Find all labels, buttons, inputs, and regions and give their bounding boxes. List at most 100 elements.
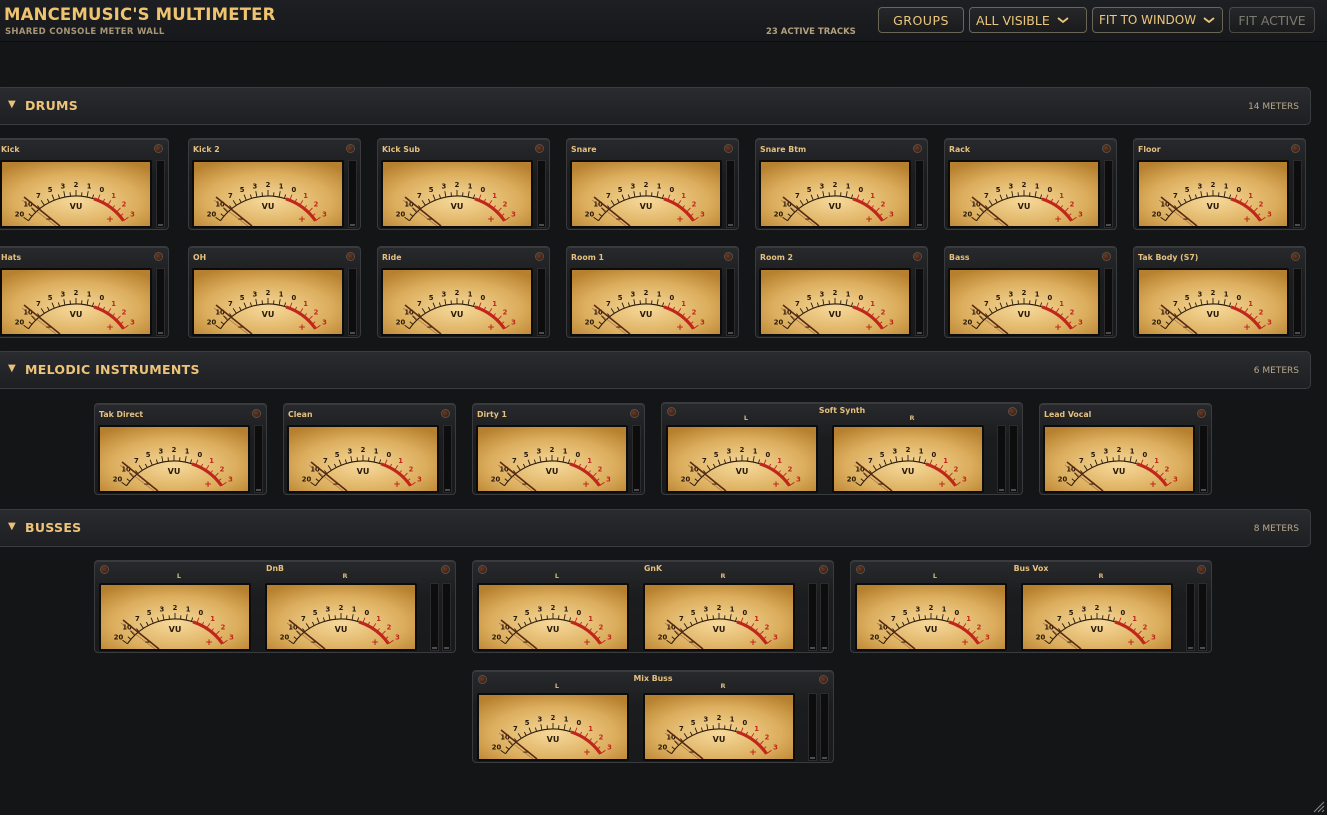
vu-scale-label: 2 (1070, 308, 1075, 316)
peak-led-icon[interactable] (154, 252, 163, 261)
vu-scale-label: 1 (943, 457, 948, 465)
meter-panel[interactable]: Tak Direct2010753210123VU−+ (94, 403, 267, 495)
stereo-meter-panel[interactable]: Mix BussLR2010753210123VU−+2010753210123… (472, 670, 834, 763)
level-bar (430, 583, 439, 651)
vu-scale-label: 5 (1091, 451, 1096, 459)
meter-panel[interactable]: Bass2010753210123VU−+ (944, 246, 1117, 338)
vu-scale-label: 3 (1078, 210, 1083, 218)
level-bar (348, 160, 357, 228)
meter-panel[interactable]: Kick 22010753210123VU−+ (188, 138, 361, 230)
peak-led-icon[interactable] (1102, 252, 1111, 261)
peak-led-icon[interactable] (724, 252, 733, 261)
stereo-meter-panel[interactable]: DnBLR2010753210123VU−+2010753210123VU−+ (94, 560, 456, 653)
peak-led-icon[interactable] (478, 675, 487, 684)
vu-scale-label: 20 (492, 633, 502, 641)
meter-panel[interactable]: Dirty 12010753210123VU−+ (472, 403, 645, 495)
group-header-busses[interactable]: ▼ BUSSES 8 METERS (0, 509, 1311, 547)
groups-button[interactable]: GROUPS (878, 7, 964, 33)
peak-led-icon[interactable] (1291, 252, 1300, 261)
peak-led-icon[interactable] (819, 675, 828, 684)
vu-scale-label: 1 (87, 290, 92, 298)
peak-led-icon[interactable] (913, 144, 922, 153)
meter-panel[interactable]: Kick Sub2010753210123VU−+ (377, 138, 550, 230)
vu-scale-label: 7 (228, 192, 233, 200)
peak-led-icon[interactable] (856, 565, 865, 574)
resize-grip-icon[interactable] (1311, 799, 1325, 813)
peak-led-icon[interactable] (667, 407, 676, 416)
peak-led-icon[interactable] (535, 252, 544, 261)
peak-led-icon[interactable] (441, 409, 450, 418)
peak-led-icon[interactable] (1291, 144, 1300, 153)
peak-led-icon[interactable] (630, 409, 639, 418)
meter-panel[interactable]: Ride2010753210123VU−+ (377, 246, 550, 338)
fit-active-button[interactable]: FIT ACTIVE (1229, 7, 1315, 33)
peak-led-icon[interactable] (478, 565, 487, 574)
meter-panel[interactable]: Clean2010753210123VU−+ (283, 403, 456, 495)
vu-scale-label: 1 (587, 457, 592, 465)
meter-panel[interactable]: Snare Btm2010753210123VU−+ (755, 138, 928, 230)
peak-led-icon[interactable] (346, 252, 355, 261)
peak-led-icon[interactable] (535, 144, 544, 153)
vu-scale-label: 2 (833, 181, 838, 189)
vu-scale-label: 0 (291, 186, 296, 194)
vu-scale-label: 3 (536, 447, 541, 455)
vu-plus-label: + (106, 323, 114, 333)
stereo-meter-panel[interactable]: Bus VoxLR2010753210123VU−+2010753210123V… (850, 560, 1212, 653)
group-header-melodic-instruments[interactable]: ▼ MELODIC INSTRUMENTS 6 METERS (0, 351, 1311, 389)
vu-plus-label: + (583, 638, 591, 648)
stereo-meter-panel[interactable]: Soft SynthLR2010753210123VU−+20107532101… (661, 402, 1023, 495)
meter-panel[interactable]: OH2010753210123VU−+ (188, 246, 361, 338)
vu-scale-label: 2 (599, 623, 604, 631)
peak-led-icon[interactable] (1102, 144, 1111, 153)
triangle-down-icon[interactable]: ▼ (8, 522, 18, 532)
vu-scale-label: 1 (846, 182, 851, 190)
level-bar (537, 160, 546, 228)
visibility-dropdown[interactable]: ALL VISIBLE (969, 7, 1087, 33)
peak-led-icon[interactable] (724, 144, 733, 153)
peak-led-icon[interactable] (819, 565, 828, 574)
vu-scale-label: 3 (159, 605, 164, 613)
vu-unit-label: VU (169, 625, 182, 634)
peak-led-icon[interactable] (441, 565, 450, 574)
triangle-down-icon[interactable]: ▼ (8, 364, 18, 374)
meter-panel[interactable]: Floor2010753210123VU−+ (1133, 138, 1306, 230)
vu-scale-label: 20 (15, 210, 25, 218)
meter-panel[interactable]: Room 12010753210123VU−+ (566, 246, 739, 338)
meter-panel[interactable]: Hats2010753210123VU−+ (0, 246, 169, 338)
level-bar (156, 160, 165, 228)
meter-panel[interactable]: Snare2010753210123VU−+ (566, 138, 739, 230)
meter-panel[interactable]: Kick2010753210123VU−+ (0, 138, 169, 230)
chevron-down-icon (1056, 15, 1070, 25)
peak-led-icon[interactable] (100, 565, 109, 574)
meter-panel[interactable]: Lead Vocal2010753210123VU−+ (1039, 403, 1212, 495)
peak-led-icon[interactable] (1197, 409, 1206, 418)
vu-scale-label: 2 (977, 623, 982, 631)
vu-scale-label: 3 (325, 605, 330, 613)
vu-scale-label: 5 (618, 294, 623, 302)
meter-panel[interactable]: Rack2010753210123VU−+ (944, 138, 1117, 230)
peak-led-icon[interactable] (1197, 565, 1206, 574)
peak-led-icon[interactable] (346, 144, 355, 153)
peak-led-icon[interactable] (913, 252, 922, 261)
stereo-meter-panel[interactable]: GnKLR2010753210123VU−+2010753210123VU−+ (472, 560, 834, 653)
vu-scale-label: 1 (564, 715, 569, 723)
vu-scale-label: 0 (931, 451, 936, 459)
fit-mode-dropdown[interactable]: FIT TO WINDOW (1092, 7, 1223, 33)
vu-scale-label: 2 (833, 289, 838, 297)
triangle-down-icon[interactable]: ▼ (8, 100, 18, 110)
vu-scale-label: 3 (322, 210, 327, 218)
meter-panel[interactable]: Tak Body (S7)2010753210123VU−+ (1133, 246, 1306, 338)
peak-led-icon[interactable] (1008, 407, 1017, 416)
group-header-drums[interactable]: ▼ DRUMS 14 METERS (0, 87, 1311, 125)
vu-scale-label: 20 (658, 743, 668, 751)
peak-led-icon[interactable] (252, 409, 261, 418)
vu-scale-label: 2 (221, 623, 226, 631)
vu-scale-label: 3 (819, 182, 824, 190)
vu-unit-label: VU (1018, 202, 1031, 211)
peak-led-icon[interactable] (154, 144, 163, 153)
vu-plus-label: + (1054, 215, 1062, 225)
vu-meter-face: 2010753210123VU−+ (287, 425, 439, 493)
meter-panel[interactable]: Room 22010753210123VU−+ (755, 246, 928, 338)
vu-scale-label: 7 (795, 300, 800, 308)
vu-meter-face: 2010753210123VU−+ (832, 425, 984, 493)
